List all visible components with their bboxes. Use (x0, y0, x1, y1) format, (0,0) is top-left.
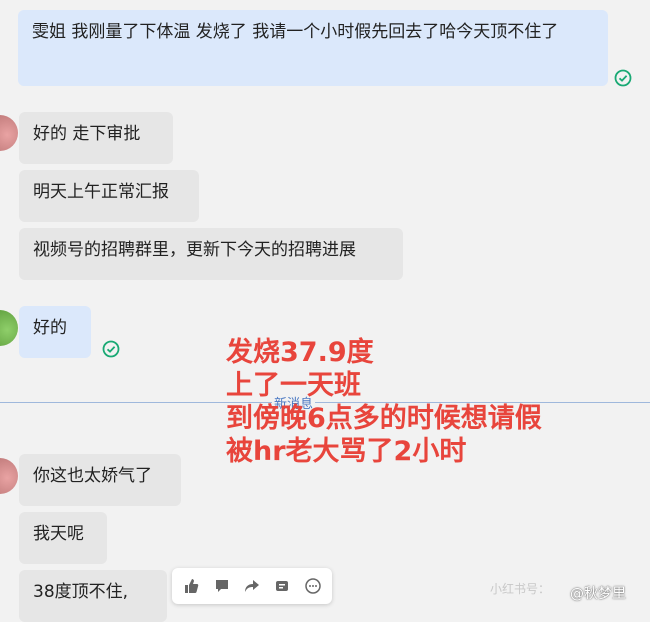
annotation-line: 发烧37.9度 (226, 337, 374, 368)
message-text: 38度顶不住, (33, 582, 129, 602)
message-bubble-incoming[interactable]: 视频号的招聘群里，更新下今天的招聘进展 (19, 228, 403, 280)
avatar[interactable] (0, 115, 18, 151)
message-text: 好的 走下审批 (33, 124, 141, 144)
annotation-line: 上了一天班 (226, 370, 361, 401)
message-text: 我天呢 (33, 524, 84, 544)
message-bubble-incoming[interactable]: 我天呢 (19, 512, 107, 564)
thumbs-up-icon[interactable] (180, 575, 202, 597)
message-bubble-incoming[interactable]: 好的 走下审批 (19, 112, 173, 164)
message-text: 视频号的招聘群里，更新下今天的招聘进展 (33, 240, 356, 260)
message-bubble-outgoing[interactable]: 雯姐 我刚量了下体温 发烧了 我请一个小时假先回去了哈今天顶不住了 (18, 10, 608, 86)
weibo-watermark: @秋梦里 (570, 586, 626, 602)
forward-icon[interactable] (241, 575, 263, 597)
comment-icon[interactable] (211, 575, 233, 597)
avatar[interactable] (0, 458, 18, 494)
message-text: 好的 (33, 318, 67, 338)
message-text: 你这也太娇气了 (33, 466, 152, 486)
avatar[interactable] (0, 310, 18, 346)
message-bubble-incoming[interactable]: 38度顶不住, (19, 570, 167, 622)
message-text: 雯姐 我刚量了下体温 发烧了 我请一个小时假先回去了哈今天顶不住了 (32, 22, 559, 42)
quote-icon[interactable] (271, 575, 293, 597)
read-check-icon (614, 69, 632, 87)
more-icon[interactable] (302, 575, 324, 597)
annotation-line: 被hr老大骂了2小时 (226, 436, 467, 467)
read-check-icon (102, 340, 120, 358)
message-bubble-incoming[interactable]: 你这也太娇气了 (19, 454, 181, 506)
watermark-text: 小红书号： (490, 582, 551, 596)
message-action-toolbar (172, 568, 332, 604)
annotation-line: 到傍晚6点多的时候想请假 (226, 403, 542, 434)
chat-area: 雯姐 我刚量了下体温 发烧了 我请一个小时假先回去了哈今天顶不住了 好的 走下审… (0, 0, 650, 622)
message-bubble-incoming[interactable]: 明天上午正常汇报 (19, 170, 199, 222)
annotation-overlay: 发烧37.9度 上了一天班 到傍晚6点多的时候想请假 被hr老大骂了2小时 (226, 336, 542, 468)
message-text: 明天上午正常汇报 (33, 182, 169, 202)
message-bubble-outgoing[interactable]: 好的 (19, 306, 91, 358)
